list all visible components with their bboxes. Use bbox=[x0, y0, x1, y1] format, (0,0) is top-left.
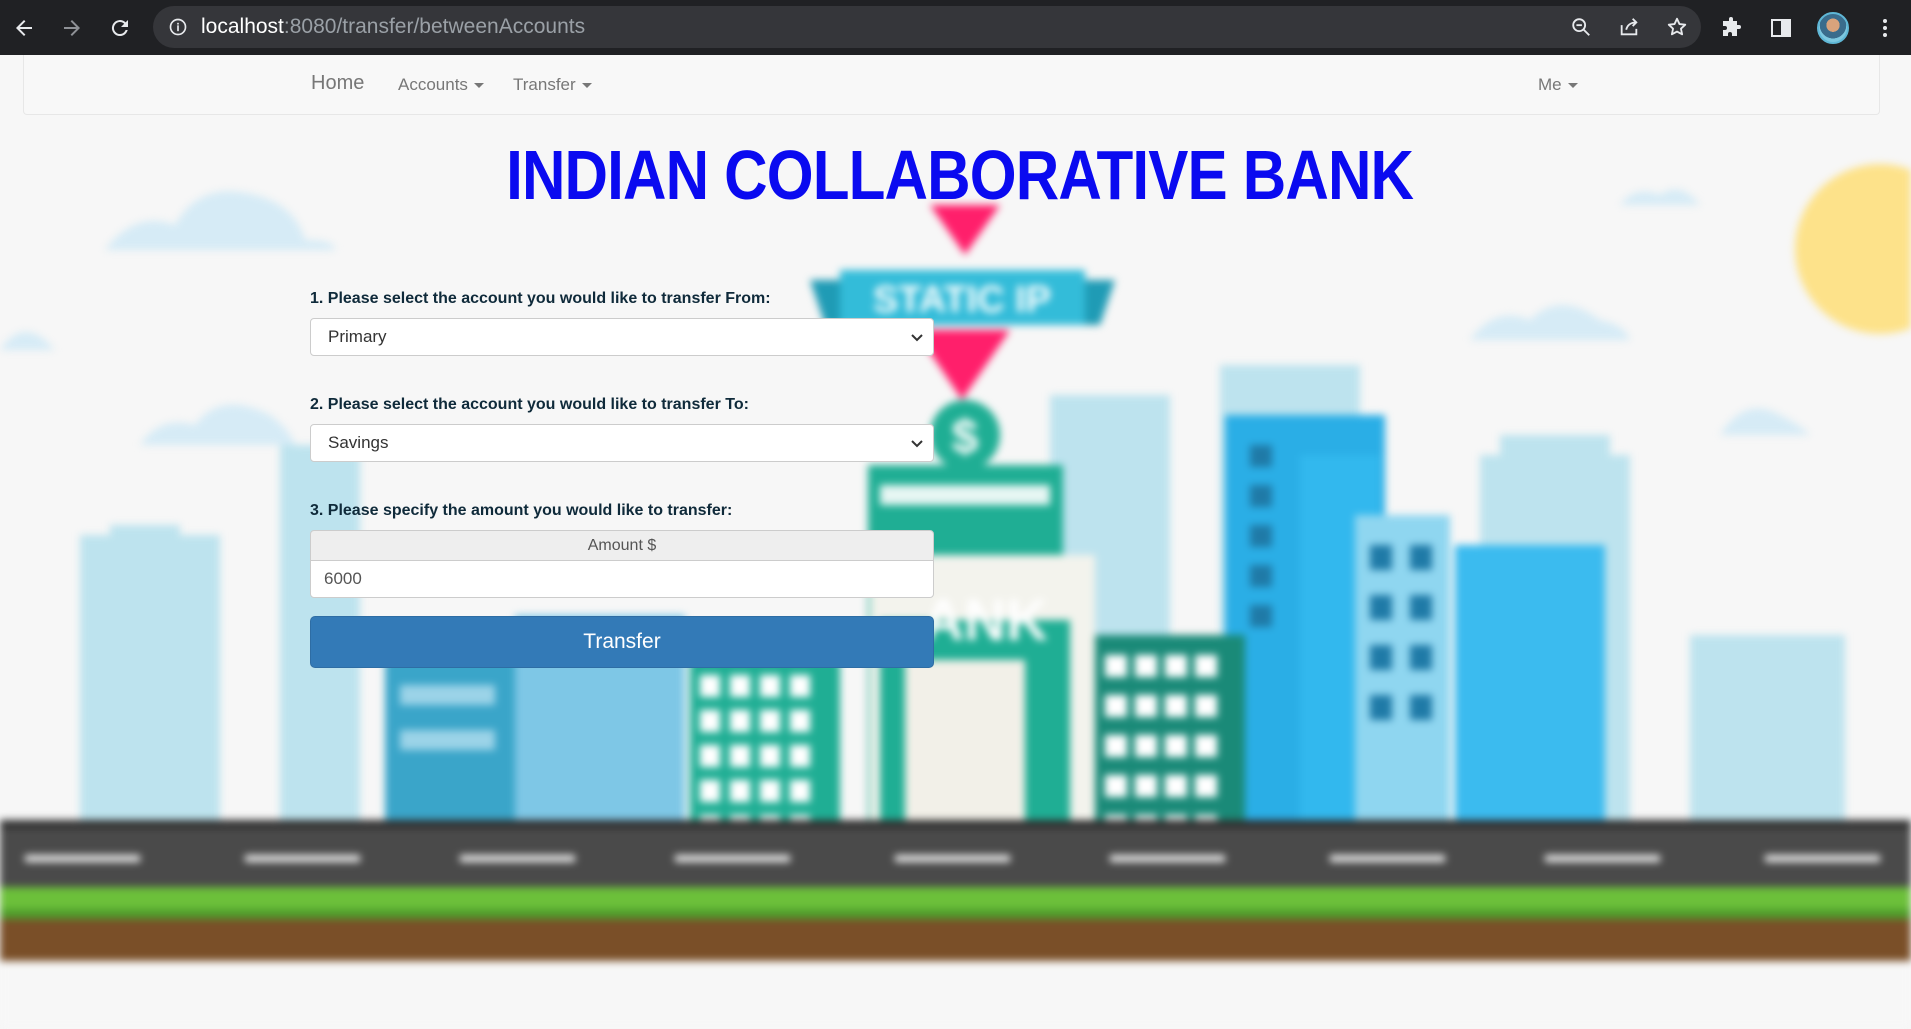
caret-down-icon bbox=[1567, 83, 1578, 89]
to-account-label: 2. Please select the account you would l… bbox=[310, 396, 749, 413]
page-title: INDIAN COLLABORATIVE BANK bbox=[506, 136, 1414, 214]
nav-transfer-label: Transfer bbox=[513, 75, 576, 94]
forward-icon[interactable] bbox=[48, 4, 96, 52]
caret-down-icon bbox=[473, 83, 484, 89]
share-icon[interactable] bbox=[1615, 13, 1643, 41]
bank-sign-text: ANK bbox=[922, 588, 1048, 653]
nav-me-label: Me bbox=[1538, 75, 1562, 94]
extensions-icon[interactable] bbox=[1717, 14, 1745, 42]
transfer-button[interactable]: Transfer bbox=[310, 616, 934, 668]
bookmark-star-icon[interactable] bbox=[1663, 13, 1691, 41]
chevron-down-icon bbox=[911, 440, 923, 448]
zoom-icon[interactable] bbox=[1567, 13, 1595, 41]
nav-home-link[interactable]: Home bbox=[311, 72, 364, 95]
from-account-label: 1. Please select the account you would l… bbox=[310, 290, 771, 307]
amount-label: 3. Please specify the amount you would l… bbox=[310, 502, 733, 519]
to-account-value: Savings bbox=[328, 433, 389, 452]
amount-input[interactable]: 6000 bbox=[310, 560, 934, 598]
back-icon[interactable] bbox=[0, 4, 48, 52]
url-host: localhost bbox=[201, 15, 284, 38]
nav-transfer-dropdown[interactable]: Transfer bbox=[513, 75, 592, 95]
from-account-select[interactable]: Primary bbox=[310, 318, 934, 356]
top-navbar: Home Accounts Transfer Me bbox=[23, 55, 1880, 115]
site-info-icon[interactable] bbox=[167, 16, 189, 38]
chevron-down-icon bbox=[911, 334, 923, 342]
side-panel-icon[interactable] bbox=[1767, 14, 1795, 42]
browser-toolbar: localhost:8080/transfer/betweenAccounts bbox=[0, 0, 1911, 55]
static-ip-sign-text: STATIC IP bbox=[873, 279, 1051, 321]
nav-me-dropdown[interactable]: Me bbox=[1538, 75, 1578, 95]
to-account-select[interactable]: Savings bbox=[310, 424, 934, 462]
url-path: :8080/transfer/betweenAccounts bbox=[283, 15, 586, 38]
from-account-value: Primary bbox=[328, 327, 387, 346]
dollar-sign: $ bbox=[952, 411, 979, 464]
address-bar[interactable]: localhost:8080/transfer/betweenAccounts bbox=[153, 6, 1701, 48]
page-content: $ ANK STATIC IP Home Accounts Transfer M… bbox=[0, 55, 1911, 1029]
profile-avatar[interactable] bbox=[1817, 11, 1849, 44]
amount-addon: Amount $ bbox=[310, 530, 934, 561]
menu-dots-icon[interactable] bbox=[1871, 14, 1899, 42]
url-text: localhost:8080/transfer/betweenAccounts bbox=[201, 15, 585, 39]
reload-icon[interactable] bbox=[96, 4, 144, 52]
caret-down-icon bbox=[581, 83, 592, 89]
nav-accounts-label: Accounts bbox=[398, 75, 468, 94]
nav-accounts-dropdown[interactable]: Accounts bbox=[398, 75, 484, 95]
